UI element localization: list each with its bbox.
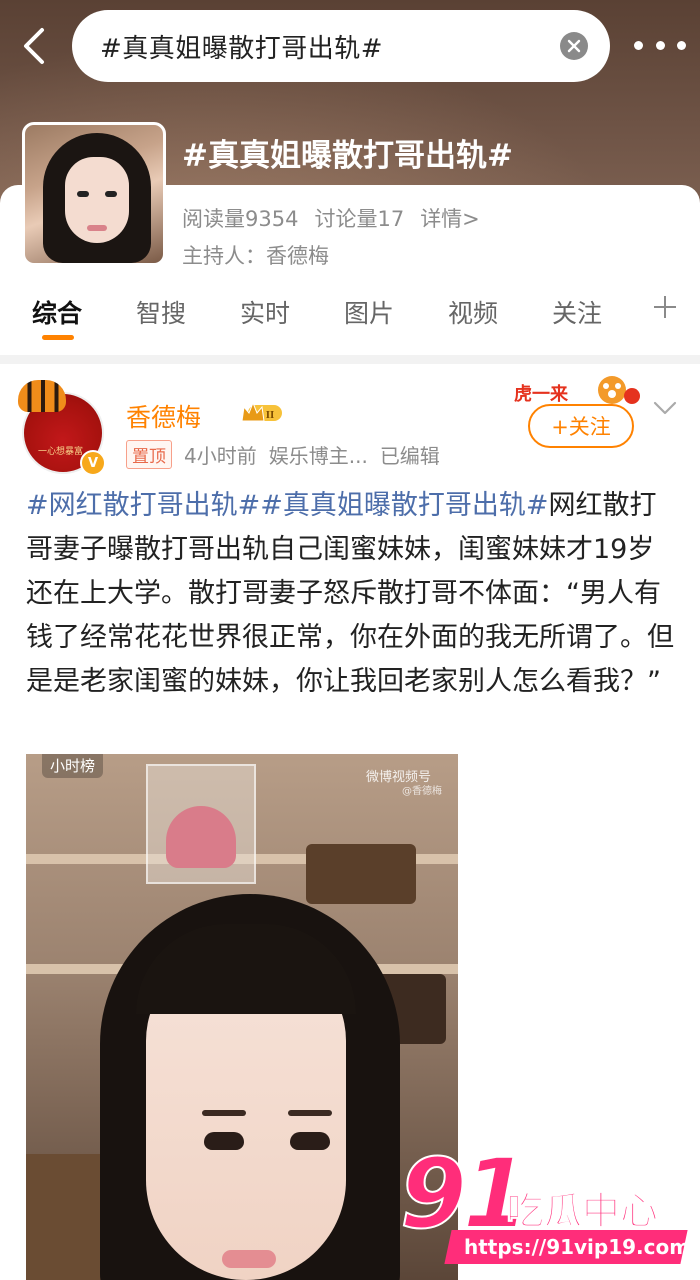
back-button[interactable] xyxy=(14,26,54,66)
more-options-button[interactable] xyxy=(634,30,686,60)
tiger-decoration-icon xyxy=(18,380,66,412)
search-input[interactable]: #真真姐曝散打哥出轨# xyxy=(72,10,610,82)
hashtag-link[interactable]: #网红散打哥出轨# xyxy=(26,490,260,521)
tab-overview[interactable]: 综合 xyxy=(32,294,82,330)
topic-host: 主持人：香德梅 xyxy=(182,244,329,268)
video-watermark-user: @香德梅 xyxy=(402,786,442,797)
tab-bar: 综合 智搜 实时 图片 视频 关注 xyxy=(0,280,700,344)
post-image[interactable]: 小时榜 微博视频号 @香德梅 xyxy=(26,754,458,1280)
thumbnail-lips xyxy=(87,225,107,231)
edited-label: 已编辑 xyxy=(379,444,440,468)
plus-icon xyxy=(654,296,676,318)
dot-icon xyxy=(655,40,665,50)
vip-badge-icon: II xyxy=(241,401,282,422)
thumbnail-eye xyxy=(105,191,117,197)
post-card: 一心想暴富 V 香德梅 II 置顶 4小时前 娱乐博主... 已编辑 虎一来 +… xyxy=(0,364,700,1280)
dot-icon xyxy=(677,40,686,50)
person-eye xyxy=(204,1132,244,1150)
tab-smart-search[interactable]: 智搜 xyxy=(136,294,186,330)
post-body-text: 网红散打哥妻子曝散打哥出轨自己闺蜜妹妹，闺蜜妹妹才19岁还在上大学。散打哥妻子怒… xyxy=(26,490,674,697)
chevron-down-icon[interactable] xyxy=(652,398,678,418)
person-eye xyxy=(290,1132,330,1150)
tab-images[interactable]: 图片 xyxy=(344,294,394,330)
post-body: #网红散打哥出轨##真真姐曝散打哥出轨#网红散打哥妻子曝散打哥出轨自己闺蜜妹妹，… xyxy=(26,484,676,704)
tab-videos[interactable]: 视频 xyxy=(448,294,498,330)
avatar-text: 一心想暴富 xyxy=(38,447,84,457)
search-query: #真真姐曝散打哥出轨# xyxy=(100,33,384,64)
user-name[interactable]: 香德梅 xyxy=(126,398,201,434)
post-time: 4小时前 xyxy=(184,444,257,468)
watermark-name: 吃瓜中心 xyxy=(505,1189,659,1234)
topic-thumbnail[interactable] xyxy=(22,122,166,266)
details-link[interactable]: 详情> xyxy=(420,203,480,233)
svg-text:II: II xyxy=(266,409,275,421)
person-lips xyxy=(222,1250,276,1268)
post-source: 娱乐博主... xyxy=(268,444,368,468)
site-watermark: 91 吃瓜中心 https://91vip19.com xyxy=(399,1145,691,1272)
watermark-url: https://91vip19.com xyxy=(444,1230,691,1264)
post-meta: 置顶 4小时前 娱乐博主... 已编辑 xyxy=(126,440,440,469)
active-tab-indicator xyxy=(42,335,74,340)
luggage-case xyxy=(306,844,416,904)
follow-button[interactable]: +关注 xyxy=(528,404,634,448)
dot-icon xyxy=(634,40,643,50)
person-brow xyxy=(288,1110,332,1116)
read-count: 阅读量9354 xyxy=(182,207,299,231)
thumbnail-eye xyxy=(77,191,89,197)
person-brow xyxy=(202,1110,246,1116)
display-box xyxy=(146,764,256,884)
back-arrow-icon xyxy=(24,28,44,64)
clear-search-button[interactable] xyxy=(560,32,588,60)
avatar[interactable]: 一心想暴富 V xyxy=(18,380,106,476)
topic-stats: 阅读量9354 讨论量17 详情> xyxy=(182,203,480,233)
discussion-count: 讨论量17 xyxy=(314,207,405,231)
hashtag-link[interactable]: #真真姐曝散打哥出轨# xyxy=(260,490,548,521)
close-icon xyxy=(567,39,581,53)
watermark-url-text: https://91vip19.com xyxy=(464,1235,691,1259)
heart-decoration xyxy=(166,806,236,868)
hourly-rank-badge: 小时榜 xyxy=(42,754,104,778)
pinned-tag: 置顶 xyxy=(126,440,172,469)
verified-badge-icon: V xyxy=(80,450,106,476)
tab-realtime[interactable]: 实时 xyxy=(240,294,290,330)
add-tab-button[interactable] xyxy=(652,290,678,328)
topic-title: #真真姐曝散打哥出轨# xyxy=(182,138,513,174)
tab-following[interactable]: 关注 xyxy=(552,294,602,330)
svg-text:虎一来: 虎一来 xyxy=(514,383,569,405)
